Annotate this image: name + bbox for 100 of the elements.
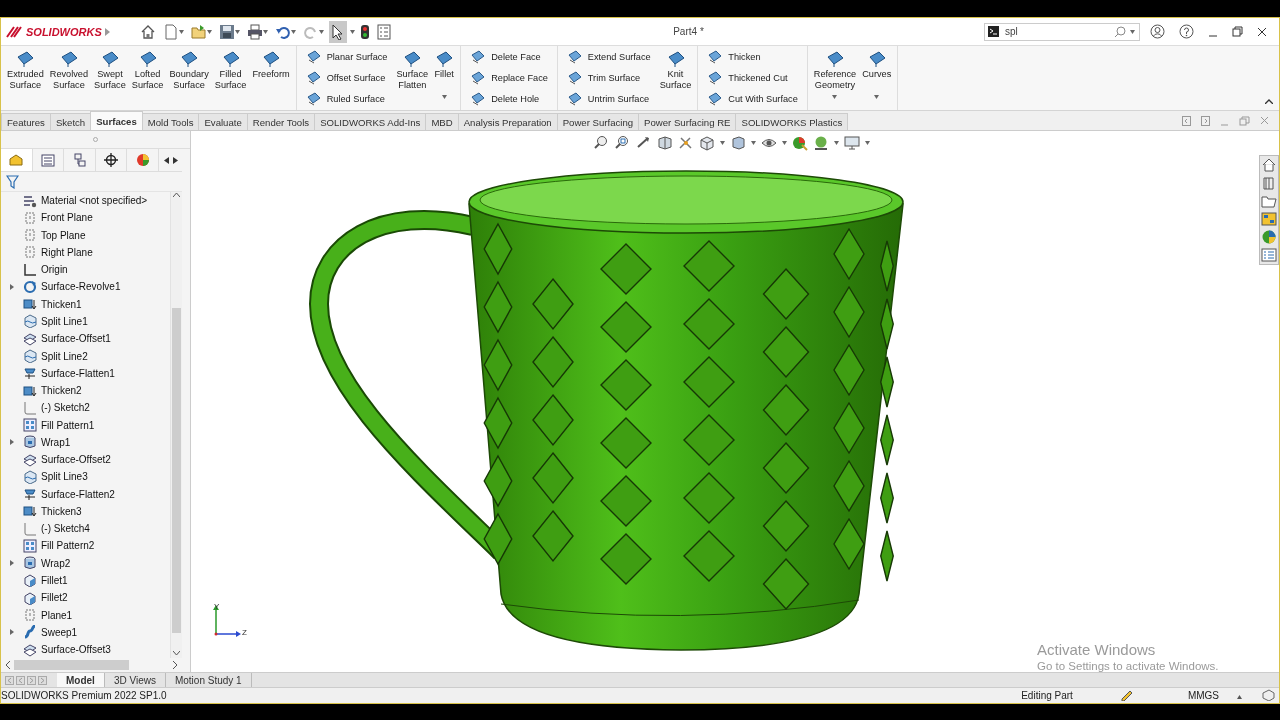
command-tab[interactable]: Mold Tools	[141, 113, 200, 130]
custom-properties-icon[interactable]	[1261, 247, 1277, 263]
restore-icon[interactable]	[1232, 26, 1243, 37]
ribbon-button[interactable]: Freeform	[249, 46, 293, 106]
scroll-left-icon[interactable]	[163, 156, 169, 164]
ribbon-button[interactable]: Lofted Surface	[128, 46, 167, 106]
scroll-down-icon[interactable]	[173, 651, 180, 656]
tree-item[interactable]: Wrap1	[41, 436, 71, 448]
caret-icon[interactable]	[751, 141, 756, 145]
ribbon-button[interactable]: Surface Flatten	[393, 46, 432, 106]
scroll-right-icon[interactable]	[172, 156, 178, 164]
ribbon-button[interactable]: Cut With Surface	[705, 90, 800, 109]
caret-icon[interactable]	[235, 29, 240, 34]
command-tab[interactable]: Render Tools	[246, 113, 316, 130]
scrollbar-thumb[interactable]	[172, 308, 181, 633]
command-tab[interactable]: SOLIDWORKS Plastics	[735, 113, 849, 130]
tree-item[interactable]: Wrap2	[41, 557, 71, 569]
scrollbar-thumb[interactable]	[14, 660, 129, 670]
tree-item[interactable]: Plane1	[41, 609, 73, 621]
collapse-chevron-icon[interactable]	[1265, 99, 1273, 104]
ribbon-button[interactable]: Ruled Surface	[303, 90, 390, 109]
crosshair-icon[interactable]	[104, 153, 119, 167]
caret-icon[interactable]	[207, 29, 212, 34]
ribbon-button[interactable]: Offset Surface	[303, 69, 390, 87]
save-icon[interactable]	[219, 23, 235, 40]
drag-handle-icon[interactable]	[93, 137, 98, 142]
view-orientation-icon[interactable]	[699, 135, 715, 151]
select-tool-button[interactable]	[329, 20, 347, 43]
ribbon-button[interactable]: Replace Face	[468, 69, 550, 87]
tree-item[interactable]: Surface-Revolve1	[41, 281, 121, 293]
tree-item[interactable]: Split Line1	[41, 316, 88, 327]
tree-item[interactable]: Right Plane	[41, 246, 93, 258]
command-tab[interactable]: Features	[1, 113, 51, 130]
ribbon-button[interactable]: Thicken	[705, 47, 800, 66]
scroll-up-icon[interactable]	[173, 192, 180, 197]
ribbon-button[interactable]: Trim Surface	[564, 69, 653, 87]
scroll-left-icon[interactable]	[5, 661, 10, 669]
expand-arrow-icon[interactable]	[10, 629, 14, 636]
ribbon-button[interactable]: Revolved Surface	[46, 46, 92, 106]
user-account-icon[interactable]	[1150, 24, 1165, 39]
scene-icon[interactable]	[813, 135, 829, 151]
ribbon-button[interactable]: Delete Hole	[468, 90, 550, 109]
appearance-icon[interactable]	[135, 153, 150, 167]
tree-item[interactable]: Fill Pattern2	[41, 540, 95, 552]
tree-item[interactable]: (-) Sketch2	[41, 402, 90, 414]
caret-icon[interactable]	[291, 29, 296, 34]
tree-item[interactable]: Sweep1	[41, 626, 78, 638]
command-tab[interactable]: Power Surfacing RE	[638, 113, 737, 130]
ribbon-button[interactable]: Extend Surface	[564, 47, 653, 66]
print-icon[interactable]	[247, 23, 263, 40]
tree-item[interactable]: Fill Pattern1	[41, 419, 95, 431]
tree-item[interactable]: Surface-Offset3	[41, 644, 111, 656]
tree-item[interactable]: Material <not specified>	[41, 195, 148, 207]
ribbon-button[interactable]: Delete Face	[468, 47, 550, 66]
command-tab[interactable]: Sketch	[49, 113, 92, 130]
tree-item[interactable]: Front Plane	[41, 212, 93, 224]
section-view-icon[interactable]	[657, 135, 673, 151]
tile-left-icon[interactable]	[1182, 115, 1191, 126]
expand-arrow-icon[interactable]	[10, 439, 14, 446]
tree-item[interactable]: Surface-Offset1	[41, 333, 111, 345]
unit-system-button[interactable]: MMGS	[1187, 690, 1219, 701]
filter-icon[interactable]	[6, 174, 19, 189]
caret-icon[interactable]	[350, 29, 355, 34]
ribbon-button[interactable]: Reference Geometry	[810, 46, 860, 106]
view-palette-icon[interactable]	[1261, 211, 1277, 227]
caret-up-icon[interactable]	[1237, 695, 1242, 699]
tree-item[interactable]: Top Plane	[41, 229, 86, 241]
caret-icon[interactable]	[179, 29, 184, 34]
command-tab[interactable]: Surfaces	[90, 111, 143, 130]
caret-icon[interactable]	[782, 141, 787, 145]
tree-item[interactable]: Fillet1	[41, 574, 68, 586]
caret-icon[interactable]	[319, 29, 324, 34]
tree-item[interactable]: Surface-Flatten1	[41, 367, 115, 379]
command-tab[interactable]: Analysis Preparation	[457, 113, 558, 130]
model-tab[interactable]: Model	[57, 673, 105, 687]
zoom-to-fit-icon[interactable]	[594, 135, 610, 151]
caret-icon[interactable]	[865, 141, 870, 145]
display-style-icon[interactable]	[730, 135, 746, 151]
ribbon-button[interactable]: Fillet	[431, 46, 458, 106]
ribbon-button[interactable]: Boundary Surface	[166, 46, 212, 106]
scroll-right-icon[interactable]	[173, 661, 178, 669]
caret-icon[interactable]	[720, 141, 725, 145]
ribbon-button[interactable]: Curves	[859, 46, 895, 106]
tree-item[interactable]: Origin	[41, 264, 68, 276]
ribbon-button[interactable]: Untrim Surface	[564, 90, 653, 109]
previous-view-icon[interactable]	[636, 135, 652, 151]
tree-item[interactable]: Split Line3	[41, 471, 88, 483]
tree-item[interactable]: Thicken1	[41, 298, 82, 310]
tree-item[interactable]: Thicken3	[41, 505, 82, 517]
command-tab[interactable]: MBD	[425, 113, 459, 130]
expand-arrow-icon[interactable]	[10, 560, 14, 567]
dynamic-annotation-icon[interactable]	[678, 135, 694, 151]
home-icon[interactable]	[140, 23, 156, 40]
command-tab[interactable]: Power Surfacing	[556, 113, 640, 130]
tree-item[interactable]: Fillet2	[41, 592, 68, 604]
property-list-icon[interactable]	[40, 153, 55, 167]
new-document-icon[interactable]	[163, 23, 179, 40]
ribbon-button[interactable]: Extruded Surface	[4, 46, 47, 106]
feature-manager-icon[interactable]	[8, 153, 25, 167]
command-tab[interactable]: Evaluate	[198, 113, 248, 130]
